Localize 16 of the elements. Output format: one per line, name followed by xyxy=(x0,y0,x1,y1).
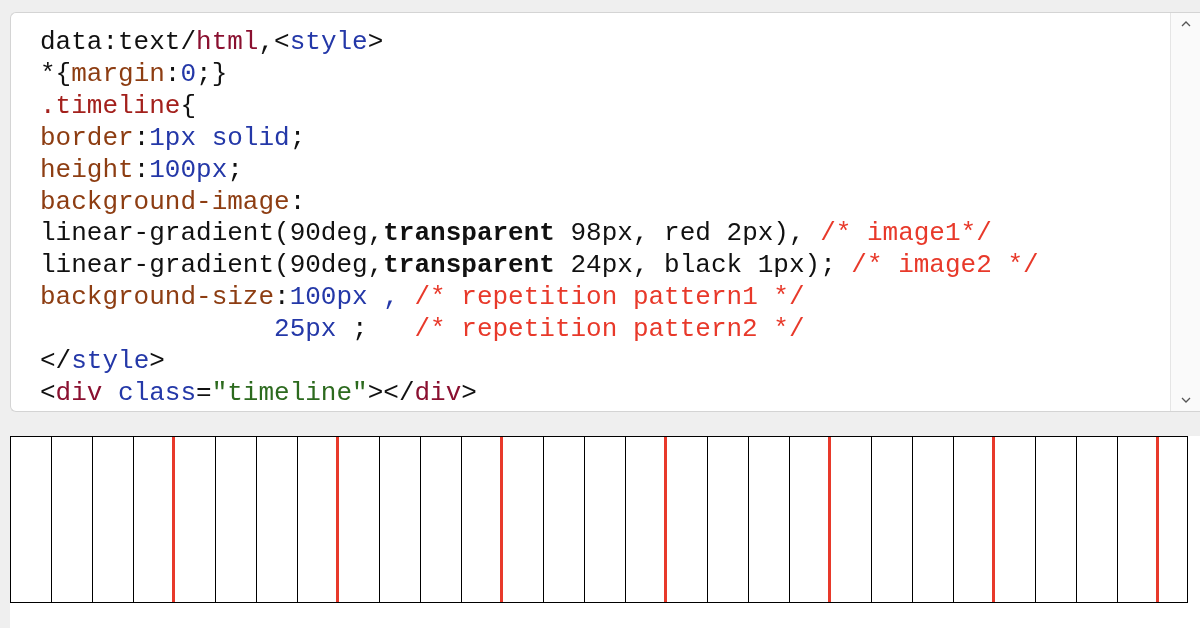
code-line: data:text/html,<style> xyxy=(40,27,384,59)
code-line: *{margin:0;} xyxy=(40,58,228,91)
code-line: linear-gradient(90deg,transparent 24px, black 1px); /* image2 */ xyxy=(40,250,1039,283)
code-line: 25px ; /* repetition pattern2 */ xyxy=(273,314,805,347)
chevron-down-icon[interactable] xyxy=(1180,397,1191,403)
code-line: border:1px solid; xyxy=(40,122,306,155)
code-line: background-image: xyxy=(40,186,306,219)
scrollbar[interactable] xyxy=(1170,13,1200,411)
code-line: background-size:100px , /* repetition pattern1 */ xyxy=(40,282,805,315)
code-line: <div class="timeline"></div> xyxy=(40,377,477,410)
chevron-up-icon[interactable] xyxy=(1180,21,1191,27)
code-line: </style> xyxy=(40,346,165,378)
code-line: height:100px; xyxy=(40,154,243,187)
code-editor[interactable] xyxy=(10,12,1200,412)
code-line: .timeline{ xyxy=(40,90,197,123)
code-line: linear-gradient(90deg,transparent 98px, red 2px), /* image1*/ xyxy=(40,218,992,251)
